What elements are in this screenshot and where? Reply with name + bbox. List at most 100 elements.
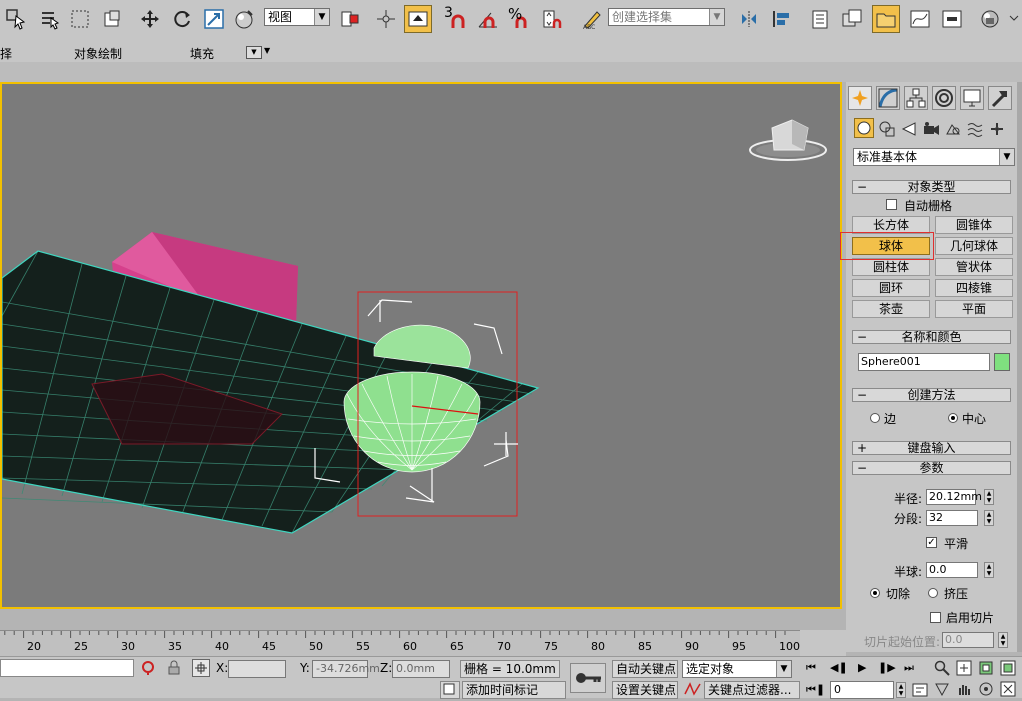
scene-explorer-icon[interactable] bbox=[872, 5, 900, 33]
center-radio[interactable] bbox=[948, 413, 958, 423]
next-frame-icon[interactable]: ❚▶ bbox=[878, 661, 896, 674]
select-manipulate-icon[interactable] bbox=[230, 5, 258, 33]
selection-lock-icon[interactable] bbox=[166, 660, 182, 679]
set-key-big-button[interactable] bbox=[570, 663, 606, 693]
chop-radio[interactable] bbox=[870, 588, 880, 598]
tab-utilities[interactable] bbox=[988, 86, 1012, 110]
rotate-icon[interactable] bbox=[168, 5, 196, 33]
squash-radio[interactable] bbox=[928, 588, 938, 598]
align-icon[interactable] bbox=[768, 5, 796, 33]
edit-named-selection-icon[interactable]: ABC bbox=[578, 5, 606, 33]
enable-slice-checkbox[interactable] bbox=[930, 612, 941, 623]
key-filters-button[interactable]: 关键点过滤器... bbox=[704, 681, 800, 699]
zoom-icon[interactable] bbox=[934, 660, 950, 679]
time-config-icon[interactable] bbox=[912, 682, 928, 701]
time-tag-icon[interactable] bbox=[440, 681, 460, 699]
y-coordinate-field[interactable]: -34.726mm bbox=[312, 660, 380, 678]
zoom-extents-all-icon[interactable] bbox=[1000, 660, 1016, 679]
torus-button[interactable]: 圆环 bbox=[852, 279, 930, 297]
ribbon-object-paint-tab[interactable]: 对象绘制 bbox=[74, 45, 122, 62]
geosphere-button[interactable]: 几何球体 bbox=[935, 237, 1013, 255]
zoom-extents-icon[interactable] bbox=[978, 660, 994, 679]
zoom-all-icon[interactable] bbox=[956, 660, 972, 679]
tab-hierarchy[interactable] bbox=[904, 86, 928, 110]
object-type-rollout-header[interactable]: − 对象类型 bbox=[852, 180, 1011, 194]
keyboard-shortcut-toggle-icon[interactable] bbox=[404, 5, 432, 33]
hemisphere-spinner[interactable]: ▲ ▼ bbox=[984, 562, 994, 578]
play-icon[interactable]: ▶ bbox=[858, 661, 866, 674]
add-time-tag-button[interactable]: 添加时间标记 bbox=[462, 681, 566, 699]
object-name-field[interactable]: Sphere001 bbox=[858, 353, 990, 371]
percent-snap-icon[interactable]: % bbox=[506, 5, 534, 33]
frame-spinner[interactable]: ▲ ▼ bbox=[896, 682, 906, 698]
object-color-swatch[interactable] bbox=[994, 353, 1010, 371]
geometry-sphere-icon[interactable] bbox=[854, 118, 874, 138]
reference-coordinate-select[interactable]: 视图 ▼ bbox=[264, 8, 330, 26]
keyboard-entry-rollout-header[interactable]: + 键盘输入 bbox=[852, 441, 1011, 455]
segments-spinner[interactable]: ▲ ▼ bbox=[984, 510, 994, 526]
curve-editor-icon[interactable] bbox=[906, 5, 934, 33]
helpers-icon[interactable] bbox=[944, 120, 962, 141]
absolute-mode-icon[interactable] bbox=[192, 659, 210, 677]
shapes-icon[interactable] bbox=[878, 120, 896, 141]
current-frame-field[interactable]: 0 bbox=[830, 681, 894, 699]
systems-icon[interactable] bbox=[988, 120, 1006, 141]
viewcube-icon[interactable] bbox=[749, 119, 827, 161]
goto-start-icon[interactable]: ⏮ bbox=[806, 661, 816, 675]
pivot-center-icon[interactable] bbox=[336, 5, 364, 33]
select-object-icon[interactable] bbox=[2, 5, 30, 33]
angle-snap-icon[interactable] bbox=[474, 5, 502, 33]
space-warps-icon[interactable] bbox=[966, 120, 984, 141]
smooth-checkbox[interactable]: ✓ bbox=[926, 537, 937, 548]
tube-button[interactable]: 管状体 bbox=[935, 258, 1013, 276]
ribbon-options-icon[interactable]: ▼ bbox=[246, 46, 262, 59]
name-color-rollout-header[interactable]: − 名称和颜色 bbox=[852, 330, 1011, 344]
parameters-rollout-header[interactable]: − 参数 bbox=[852, 461, 1011, 475]
x-coordinate-field[interactable] bbox=[228, 660, 286, 678]
cameras-icon[interactable] bbox=[922, 120, 940, 141]
slice-from-spinner[interactable]: ▲ ▼ bbox=[998, 632, 1008, 648]
snap-toggle-icon[interactable]: 3 bbox=[442, 5, 470, 33]
cylinder-button[interactable]: 圆柱体 bbox=[852, 258, 930, 276]
key-mode-select[interactable]: 选定对象 ▼ bbox=[682, 660, 792, 678]
primitive-category-select[interactable]: 标准基本体 ▼ bbox=[853, 148, 1015, 166]
layer-manager-icon[interactable] bbox=[806, 5, 834, 33]
pyramid-button[interactable]: 四棱锥 bbox=[935, 279, 1013, 297]
timeline-ruler[interactable]: 20 25 30 35 40 45 50 55 60 65 70 75 80 85 90 95 100 bbox=[0, 630, 800, 657]
slice-from-input[interactable]: 0.0 bbox=[942, 632, 994, 648]
ribbon-dropdown-icon[interactable]: ▼ bbox=[264, 46, 270, 55]
z-coordinate-field[interactable]: 0.0mm bbox=[392, 660, 450, 678]
field-of-view-icon[interactable] bbox=[934, 681, 950, 700]
toolbar-overflow-icon[interactable] bbox=[1006, 5, 1022, 33]
window-crossing-icon[interactable] bbox=[98, 5, 126, 33]
auto-key-button[interactable]: 自动关键点 bbox=[612, 660, 678, 678]
rect-selection-region-icon[interactable] bbox=[66, 5, 94, 33]
maxscript-listener-field[interactable] bbox=[0, 659, 134, 677]
radius-input[interactable]: 20.12mm bbox=[926, 489, 982, 505]
segments-input[interactable]: 32 bbox=[926, 510, 978, 526]
orbit-icon[interactable] bbox=[978, 681, 994, 700]
spinner-snap-icon[interactable] bbox=[538, 5, 566, 33]
perspective-viewport[interactable] bbox=[0, 82, 842, 609]
scale-icon[interactable] bbox=[200, 5, 228, 33]
pan-hand-icon[interactable] bbox=[956, 681, 972, 700]
schematic-view-icon[interactable] bbox=[938, 5, 966, 33]
edge-radio[interactable] bbox=[870, 413, 880, 423]
command-panel-scrollbar[interactable] bbox=[1017, 82, 1022, 652]
plane-button[interactable]: 平面 bbox=[935, 300, 1013, 318]
radius-spinner[interactable]: ▲ ▼ bbox=[984, 489, 994, 505]
cone-button[interactable]: 圆锥体 bbox=[935, 216, 1013, 234]
creation-method-rollout-header[interactable]: − 创建方法 bbox=[852, 388, 1011, 402]
tab-modify[interactable] bbox=[876, 86, 900, 110]
set-key-button[interactable]: 设置关键点 bbox=[612, 681, 678, 699]
isolate-selection-icon[interactable] bbox=[140, 660, 156, 679]
hemisphere-input[interactable]: 0.0 bbox=[926, 562, 978, 578]
ribbon-fill-tab[interactable]: 填充 bbox=[190, 45, 214, 62]
goto-end-icon[interactable]: ⏭ bbox=[904, 661, 914, 675]
auto-grid-checkbox[interactable] bbox=[886, 199, 897, 210]
named-selection-set-select[interactable]: 创建选择集 ▼ bbox=[608, 8, 725, 26]
ribbon-select-tab[interactable]: 择 bbox=[0, 45, 12, 62]
lights-icon[interactable] bbox=[900, 120, 918, 141]
graphite-tools-icon[interactable] bbox=[838, 5, 866, 33]
select-by-name-icon[interactable] bbox=[36, 5, 64, 33]
